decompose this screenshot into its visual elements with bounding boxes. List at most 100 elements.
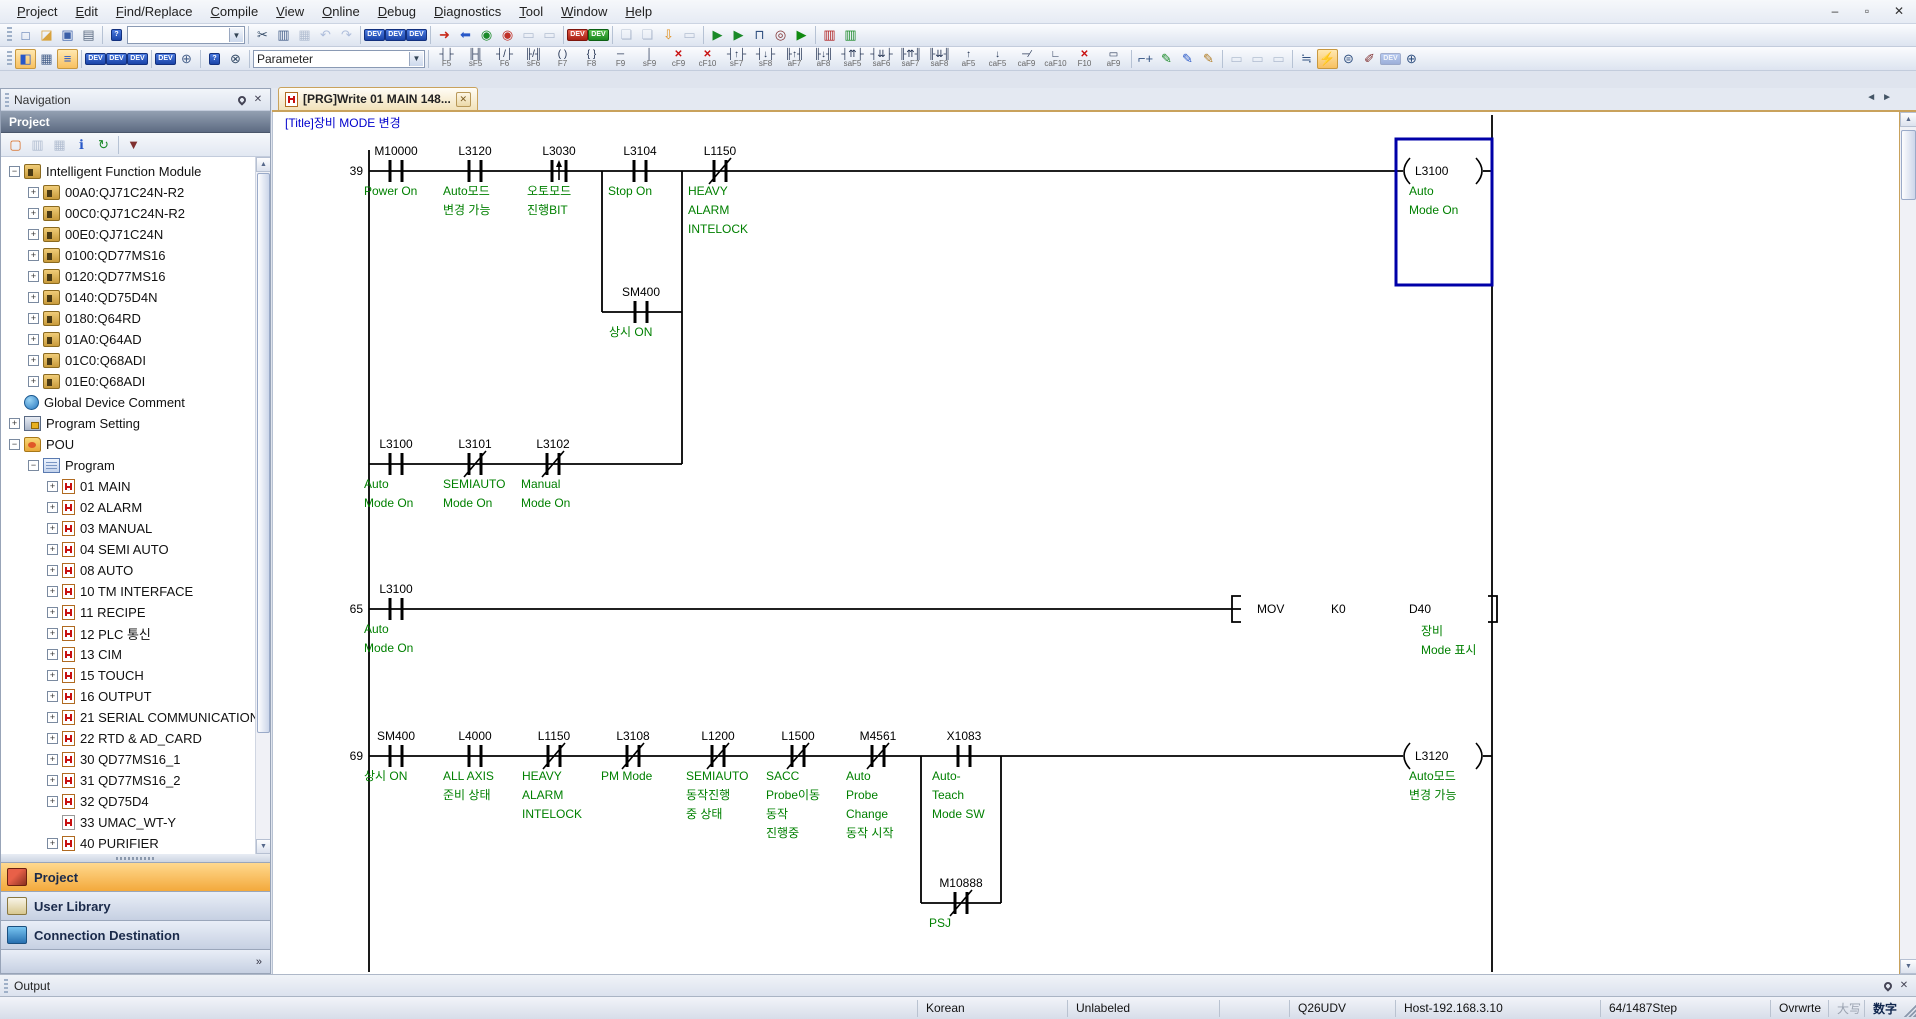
expand-icon[interactable]: + [47,481,58,492]
read-from-plc-icon[interactable]: ⬅ [455,25,476,45]
device-read-icon[interactable]: DEV [588,25,609,45]
expand-icon[interactable]: + [28,208,39,219]
line-corner-icon[interactable]: ∟caF10 [1041,47,1070,70]
application-instruction-icon[interactable]: { }F8 [577,47,606,70]
maximize-icon[interactable]: ▫ [1856,2,1878,20]
help2-icon[interactable]: ? [204,49,225,69]
device-comment-icon-3[interactable]: DEV [127,49,148,69]
expand-icon[interactable]: + [47,565,58,576]
expand-icon[interactable]: + [47,754,58,765]
nav-new-icon[interactable]: ▢ [5,135,26,155]
tree-item-global-device-comment[interactable]: Global Device Comment [1,392,255,413]
tree-item-08-auto[interactable]: +08 AUTO [1,560,255,581]
step-run-icon[interactable]: ⊓ [749,25,770,45]
menu-compile[interactable]: Compile [201,1,267,22]
pulse-open-parallel-icon[interactable]: ╟⇈╢saF7 [896,47,925,70]
menu-help[interactable]: Help [616,1,661,22]
rising-pulse-icon[interactable]: ┤↑├sF7 [722,47,751,70]
pulse-close-branch-icon[interactable]: ┤⇊├saF6 [867,47,896,70]
output-pin-icon[interactable] [1880,978,1896,993]
nav-button-user-library[interactable]: User Library [1,891,270,920]
tree-item-30-qd77ms16-1[interactable]: +30 QD77MS16_1 [1,749,255,770]
nav-paste-icon[interactable]: ▦ [49,135,70,155]
tree-item-12-plc-[interactable]: +12 PLC 통신 [1,623,255,644]
ladder-coil-L3120[interactable]: L3120Auto모드변경 가능 [1404,743,1482,802]
tree-item-00e0-qj71c24n[interactable]: +00E0:QJ71C24N [1,224,255,245]
tab-close-icon[interactable]: ✕ [456,92,471,107]
window-tile-icon[interactable]: ❏ [637,25,658,45]
tab-scroll-left-icon[interactable]: ◄ [1866,92,1876,103]
parameter-combo[interactable]: Parameter▼ [253,50,425,68]
menu-findreplace[interactable]: Find/Replace [107,1,202,22]
menu-edit[interactable]: Edit [66,1,106,22]
zoom-icon[interactable]: ⊕ [1401,49,1422,69]
delete-horizontal-line-icon[interactable]: ✕cF9 [664,47,693,70]
nav-copy-icon[interactable]: ▥ [27,135,48,155]
monitor-write-icon[interactable]: ◉ [497,25,518,45]
coil-icon[interactable]: ( )F7 [548,47,577,70]
copy-icon[interactable]: ▥ [273,25,294,45]
device-batch-icon[interactable]: ⊕ [176,49,197,69]
nav-filter-icon[interactable]: ▼ [123,135,144,155]
device-monitor-icon-2[interactable]: DEV [385,25,406,45]
sampling-trace-icon-2[interactable]: ▥ [840,25,861,45]
minimize-icon[interactable]: – [1824,2,1846,20]
tree-item-program-setting[interactable]: +Program Setting [1,413,255,434]
ladder-contact-M4561[interactable]: M4561AutoProbeChange동작 시작 [846,729,897,840]
expand-icon[interactable]: + [28,187,39,198]
parallel-open-contact-icon[interactable]: ╟╢sF5 [461,47,490,70]
tree-item-02-alarm[interactable]: +02 ALARM [1,497,255,518]
device-comment-icon-1[interactable]: DEV [85,49,106,69]
expand-icon[interactable]: + [28,355,39,366]
parallel-closed-contact-icon[interactable]: ╟/╢sF6 [519,47,548,70]
editor-scrollbar[interactable]: ▲ ▼ [1899,112,1916,974]
pin-icon[interactable] [234,92,250,107]
doc-gen-icon-2[interactable]: ▭ [1247,49,1268,69]
tree-item-01e0-q68adi[interactable]: +01E0:Q68ADI [1,371,255,392]
work-window-icon[interactable]: ≡ [57,49,78,69]
monitor-window-icon[interactable]: ▭ [679,25,700,45]
tree-item-13-cim[interactable]: +13 CIM [1,644,255,665]
ladder-canvas[interactable]: [Title]장비 MODE 변경396569M10000Power OnL31… [272,112,1899,974]
collapse-icon[interactable]: − [28,460,39,471]
expand-icon[interactable]: + [47,691,58,702]
expand-icon[interactable]: + [47,502,58,513]
tree-item-04-semi-auto[interactable]: +04 SEMI AUTO [1,539,255,560]
ladder-contact-L1150[interactable]: L1150HEAVYALARMINTELOCK [522,729,582,821]
print-icon[interactable]: ▤ [78,25,99,45]
history-combo-arrow-icon[interactable]: ▼ [229,28,243,42]
expand-icon[interactable]: + [47,670,58,681]
menu-debug[interactable]: Debug [369,1,425,22]
close-icon[interactable]: ✕ [1888,2,1910,20]
ladder-contact-L3101[interactable]: L3101SEMIAUTOMode On [443,437,505,510]
monitor-read-icon[interactable]: ◉ [476,25,497,45]
tree-item-22-rtd-ad-card[interactable]: +22 RTD & AD_CARD [1,728,255,749]
rising-convert-icon[interactable]: ↑aF5 [954,47,983,70]
redo-icon[interactable]: ↷ [336,25,357,45]
delete-vertical-line-icon[interactable]: ✕cF10 [693,47,722,70]
tree-item-11-recipe[interactable]: +11 RECIPE [1,602,255,623]
tree-item-31-qd77ms16-2[interactable]: +31 QD77MS16_2 [1,770,255,791]
window-cascade-icon[interactable]: ❏ [616,25,637,45]
tree-item-program[interactable]: −Program [1,455,255,476]
tree-item-15-touch[interactable]: +15 TOUCH [1,665,255,686]
new-project-icon[interactable]: □ [15,25,36,45]
nav-refresh-icon[interactable]: ↻ [93,135,114,155]
nav-more-button[interactable]: » [1,949,270,973]
output-close-icon[interactable]: ✕ [1896,978,1912,993]
tree-item-0180-q64rd[interactable]: +0180:Q64RD [1,308,255,329]
ladder-contact-L3102[interactable]: L3102ManualMode On [521,437,570,510]
find-icon[interactable]: ⊗ [225,49,246,69]
expand-icon[interactable]: + [28,292,39,303]
tree-scrollbar[interactable]: ▲ ▼ [255,157,270,854]
tree-item-01c0-q68adi[interactable]: +01C0:Q68ADI [1,350,255,371]
ladder-contact-L1200[interactable]: L1200SEMIAUTO동작진행중 상태 [686,729,748,821]
pulse-close-parallel-icon[interactable]: ╟⇊╢saF8 [925,47,954,70]
expand-icon[interactable]: + [47,607,58,618]
editor-scroll-down-icon[interactable]: ▼ [1900,959,1916,974]
tree-item-pou[interactable]: −POU [1,434,255,455]
ladder-contact-L3120[interactable]: L3120Auto모드변경 가능 [443,144,492,217]
write-to-plc-icon[interactable]: ➜ [434,25,455,45]
ladder-contact-L4000[interactable]: L4000ALL AXIS준비 상태 [443,729,494,802]
expand-icon[interactable]: + [28,334,39,345]
